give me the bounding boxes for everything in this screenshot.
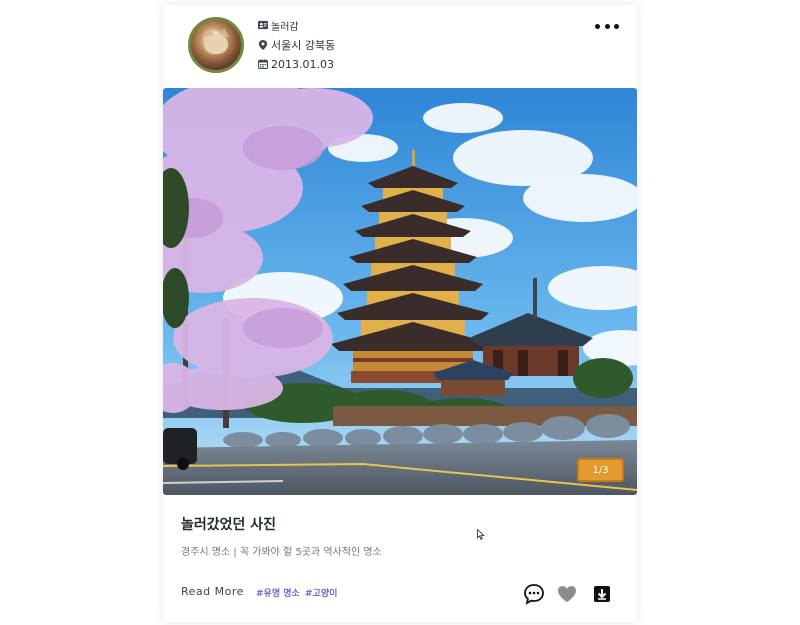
tag-famous-place[interactable]: #유명 명소	[256, 586, 300, 599]
download-icon	[594, 586, 610, 602]
location-text: 서울시 강북동	[271, 39, 336, 52]
post-footer: Read More #유명 명소 #고양이	[163, 580, 637, 610]
tag-cat[interactable]: #고양이	[305, 586, 337, 599]
post-description: 경주시 명소 | 꼭 가봐야 할 5곳과 역사적인 명소	[181, 547, 382, 558]
post-photo[interactable]: 1/3	[163, 88, 637, 495]
mouse-cursor-icon	[477, 529, 485, 540]
pagoda-scene	[163, 88, 637, 495]
id-card-icon	[258, 20, 268, 30]
post-title: 놀러갔었던 사진	[181, 517, 277, 533]
more-dots-icon[interactable]	[595, 19, 619, 33]
more-dot	[604, 23, 610, 29]
download-button[interactable]	[591, 583, 613, 605]
post-card: 놀러감 서울시 강북동 2013.01.03 1/3 놀러갔었던 사진 경주시 …	[163, 5, 637, 622]
avatar[interactable]	[188, 17, 244, 73]
author-row: 놀러감	[258, 17, 299, 33]
post-header: 놀러감 서울시 강북동 2013.01.03	[163, 5, 637, 88]
map-pin-icon	[258, 40, 268, 50]
more-dot	[614, 23, 619, 29]
location-row: 서울시 강북동	[258, 37, 335, 53]
date-row: 2013.01.03	[258, 56, 334, 72]
comment-icon	[524, 584, 544, 605]
avatar-cat-face	[204, 34, 228, 54]
author-name[interactable]: 놀러감	[271, 18, 299, 33]
read-more-link[interactable]: Read More	[181, 585, 244, 598]
more-dot	[595, 23, 600, 29]
like-button[interactable]	[556, 583, 578, 605]
calendar-icon	[258, 59, 268, 69]
post-date: 2013.01.03	[271, 57, 334, 71]
heart-icon	[558, 586, 576, 602]
image-counter-badge[interactable]: 1/3	[577, 458, 624, 482]
comment-button[interactable]	[523, 583, 545, 605]
